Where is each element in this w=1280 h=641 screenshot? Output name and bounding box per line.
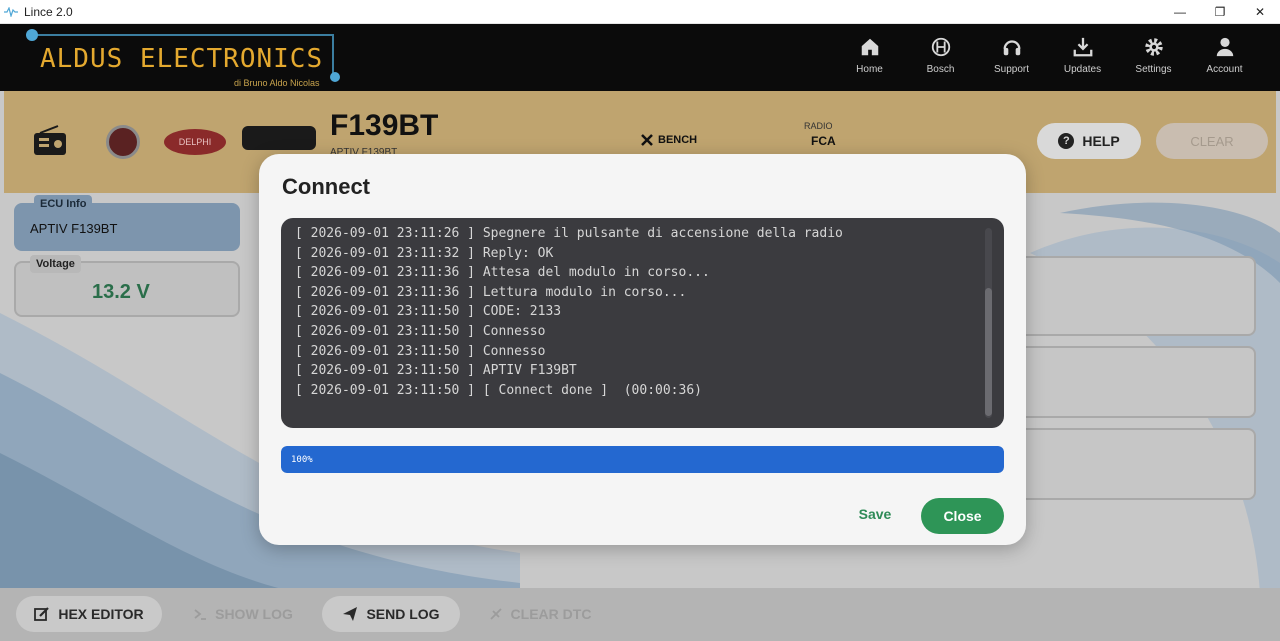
category-label: RADIO: [804, 121, 833, 131]
voltage-value: 13.2 V: [92, 281, 150, 303]
bottom-toolbar: HEX EDITOR SHOW LOG SEND LOG CLEAR DTC: [0, 588, 1280, 641]
ecu-info-card: ECU Info APTIV F139BT: [14, 195, 240, 251]
log-line: [ 2026-09-01 23:11:50 ] [ Connect done ]…: [295, 382, 702, 398]
clear-dtc-button[interactable]: CLEAR DTC: [472, 596, 608, 632]
nav-updates[interactable]: Updates: [1047, 32, 1118, 80]
nav-home[interactable]: Home: [834, 32, 905, 80]
side-panel: [1010, 428, 1256, 500]
hex-editor-label: HEX EDITOR: [58, 606, 144, 622]
bosch-icon: [931, 37, 950, 57]
log-line: [ 2026-09-01 23:11:50 ] APTIV F139BT: [295, 363, 577, 379]
send-icon: [343, 607, 358, 621]
log-scrollbar-thumb[interactable]: [985, 288, 992, 416]
app-icon: [4, 6, 18, 17]
log-line: [ 2026-09-01 23:11:50 ] Connesso: [295, 343, 546, 359]
progress-label: 100%: [291, 454, 313, 465]
dialog-title: Connect: [282, 174, 370, 199]
nav-support-label: Support: [993, 64, 1030, 75]
tools-icon: [641, 134, 653, 146]
restore-button[interactable]: ❐: [1200, 0, 1240, 24]
progress-fill: 100%: [281, 446, 1004, 473]
nav-account[interactable]: Account: [1189, 32, 1260, 80]
brand-logo: ALDUS ELECTRONICS di Bruno Aldo Nicolas: [26, 29, 346, 90]
window-title: Lince 2.0: [24, 4, 73, 19]
clear-dtc-label: CLEAR DTC: [510, 606, 592, 622]
terminal-icon: [194, 609, 207, 620]
nav-settings-label: Settings: [1135, 64, 1172, 75]
voltage-card: Voltage 13.2 V: [14, 255, 240, 317]
help-icon: ?: [1058, 133, 1075, 149]
nav-updates-label: Updates: [1063, 64, 1102, 75]
make-label: FCA: [811, 134, 836, 148]
side-panel: [1010, 346, 1256, 418]
ecu-info-value: APTIV F139BT: [30, 221, 118, 236]
close-window-button[interactable]: ✕: [1240, 0, 1280, 24]
bench-label: BENCH: [658, 134, 698, 146]
delphi-logo: DELPHI: [164, 129, 226, 155]
close-button[interactable]: Close: [921, 498, 1004, 534]
progress-bar: 100%: [281, 446, 1004, 473]
send-log-button[interactable]: SEND LOG: [322, 596, 460, 632]
edit-icon: [34, 607, 50, 621]
help-button[interactable]: ? HELP: [1037, 123, 1141, 159]
voltage-tag: Voltage: [30, 255, 81, 273]
log-line: [ 2026-09-01 23:11:26 ] Spegnere il puls…: [295, 226, 843, 241]
home-icon: [861, 38, 878, 56]
headset-icon: [1003, 40, 1020, 56]
log-line: [ 2026-09-01 23:11:36 ] Lettura modulo i…: [295, 284, 687, 300]
window-titlebar: Lince 2.0 — ❐ ✕: [0, 0, 1280, 24]
nav-account-label: Account: [1206, 64, 1243, 75]
gear-icon: [1144, 38, 1163, 56]
clear-icon: [489, 608, 502, 620]
side-panel: [1010, 256, 1256, 336]
save-button[interactable]: Save: [849, 499, 901, 529]
log-output[interactable]: [ 2026-09-01 23:11:26 ] Spegnere il puls…: [281, 218, 1004, 428]
download-icon: [1073, 37, 1092, 57]
nav-settings[interactable]: Settings: [1118, 32, 1189, 80]
help-label: HELP: [1082, 133, 1120, 149]
brand-subtitle: di Bruno Aldo Nicolas: [234, 78, 320, 88]
ecu-info-tag: ECU Info: [34, 195, 93, 213]
bench-mode: BENCH: [640, 133, 697, 147]
nav-support[interactable]: Support: [976, 32, 1047, 80]
clear-button[interactable]: CLEAR: [1156, 123, 1268, 159]
nav-bosch[interactable]: Bosch: [905, 32, 976, 80]
minimize-button[interactable]: —: [1160, 0, 1200, 24]
connect-dialog: Connect [ 2026-09-01 23:11:26 ] Spegnere…: [259, 154, 1026, 545]
log-line: [ 2026-09-01 23:11:36 ] Attesa del modul…: [295, 265, 710, 281]
send-log-label: SEND LOG: [366, 606, 440, 622]
ecu-model: F139BT: [330, 109, 439, 142]
log-line: [ 2026-09-01 23:11:50 ] CODE: 2133: [295, 304, 562, 320]
app-header: ALDUS ELECTRONICS di Bruno Aldo Nicolas …: [0, 24, 1280, 91]
nav-home-label: Home: [856, 64, 883, 75]
nav-bosch-label: Bosch: [926, 64, 955, 75]
radio-icon: [34, 125, 66, 155]
brand-name: ALDUS ELECTRONICS: [40, 44, 324, 74]
show-log-button[interactable]: SHOW LOG: [178, 596, 308, 632]
log-line: [ 2026-09-01 23:11:50 ] Connesso: [295, 323, 546, 339]
main-nav: Home Bosch Support Updates Settings Acco…: [834, 32, 1260, 80]
module-image: [242, 126, 316, 150]
show-log-label: SHOW LOG: [215, 606, 293, 622]
user-icon: [1216, 37, 1233, 57]
fiat-logo: [106, 125, 140, 159]
log-line: [ 2026-09-01 23:11:32 ] Reply: OK: [295, 245, 554, 261]
hex-editor-button[interactable]: HEX EDITOR: [16, 596, 162, 632]
